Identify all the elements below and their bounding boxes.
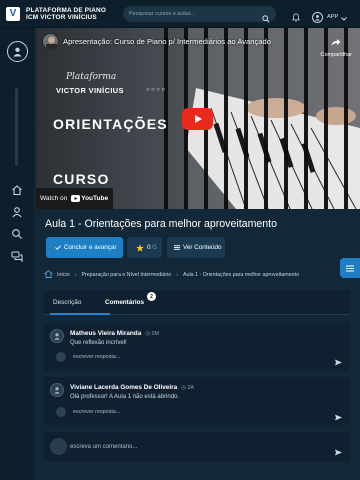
reply-avatar	[56, 407, 66, 417]
active-tab-indicator	[50, 313, 110, 315]
bell-icon[interactable]	[292, 9, 300, 27]
complete-label: Concluir e avançar	[64, 244, 117, 251]
send-icon[interactable]	[335, 443, 342, 461]
video-headline: ORIENTAÇÕES	[53, 116, 168, 132]
user-icon	[312, 11, 323, 23]
lesson-title: Aula 1 - Orientações para melhor aprovei…	[45, 218, 278, 230]
video-player[interactable]: Apresentação: Curso de Piano p/ Intermed…	[36, 28, 360, 209]
chevron-right-icon: ›	[74, 272, 77, 278]
chevron-right-icon: ›	[176, 272, 179, 278]
comment-author-name: Matheus Vieira Miranda	[70, 330, 142, 337]
video-artist: VICTOR VINÍCIUS	[56, 86, 124, 95]
send-icon[interactable]	[335, 408, 342, 426]
comment-text: Olá professor! A Aula 1 não está abrindo…	[70, 394, 180, 400]
brand-line-1: PLATAFORMA DE PIANO	[26, 6, 107, 14]
play-button[interactable]	[182, 108, 213, 130]
logo-letter: V	[9, 8, 17, 19]
new-comment-box	[44, 432, 350, 462]
chevron-down-icon	[341, 8, 348, 26]
comments-count-badge: 2	[147, 292, 156, 301]
breadcrumb: Início › Preparação para o Nível Interme…	[44, 270, 299, 280]
sidebar-scroll-track[interactable]	[15, 88, 18, 166]
breadcrumb-item-lesson: Aula 1 - Orientações para melhor aprovei…	[183, 272, 300, 278]
view-content-button[interactable]: Ver Conteúdo	[167, 237, 225, 258]
breadcrumb-item-home[interactable]: Início	[57, 272, 70, 278]
tab-comments[interactable]: Comentários	[105, 290, 144, 315]
home-icon[interactable]	[44, 270, 53, 280]
search-box[interactable]	[123, 6, 276, 23]
user-menu[interactable]: APP	[312, 8, 348, 26]
user-icon[interactable]	[11, 205, 23, 218]
brand-line-2: ICM VICTOR VINÍCIUS	[26, 13, 97, 21]
lesson-tabs: Descrição Comentários	[44, 290, 350, 315]
left-sidebar	[0, 28, 34, 480]
tab-description[interactable]: Descrição	[53, 290, 81, 315]
video-script-text: Plataforma	[66, 72, 117, 82]
youtube-label: YouTube	[81, 195, 109, 202]
user-icon	[54, 387, 60, 394]
star-icon	[136, 243, 144, 251]
watch-on-youtube[interactable]: Watch on YouTube	[36, 188, 113, 209]
brand-title[interactable]: PLATAFORMA DE PIANO ICM VICTOR VINÍCIUS	[26, 7, 106, 21]
search-input[interactable]	[129, 11, 257, 17]
user-icon	[13, 47, 22, 57]
comment-author: Viviane Lacerda Gomes De Oliveira ◷ 2A	[70, 384, 194, 391]
check-icon	[55, 245, 61, 250]
play-icon	[194, 115, 202, 123]
comment-card: Matheus Vieira Miranda ◷ 2M Que reflexão …	[44, 323, 350, 371]
share-button[interactable]: Compartilhar	[321, 34, 352, 58]
complete-and-advance-button[interactable]: Concluir e avançar	[46, 237, 123, 258]
user-icon	[54, 333, 60, 340]
comment-card: Viviane Lacerda Gomes De Oliveira ◷ 2A Ol…	[44, 377, 350, 425]
search-icon[interactable]	[11, 227, 23, 239]
comment-time-value: 2A	[187, 385, 194, 391]
avatar	[50, 329, 64, 343]
video-dots: ○○○○	[146, 87, 167, 93]
rating-value: 0	[147, 244, 151, 251]
view-content-label: Ver Conteúdo	[183, 244, 222, 251]
home-icon[interactable]	[11, 183, 23, 196]
logo-icon[interactable]: V	[6, 6, 20, 21]
reply-avatar	[56, 352, 66, 362]
side-menu-toggle[interactable]	[340, 258, 360, 278]
user-label: APP	[327, 14, 339, 20]
new-comment-input[interactable]	[70, 442, 320, 452]
top-bar: V PLATAFORMA DE PIANO ICM VICTOR VINÍCIU…	[0, 0, 360, 28]
video-subheadline: CURSO	[53, 171, 110, 187]
share-icon	[331, 39, 341, 47]
comment-time: ◷ 2A	[181, 385, 194, 391]
watch-on-label: Watch on	[40, 195, 68, 202]
rating-suffix: /5	[151, 244, 157, 251]
send-icon[interactable]	[335, 353, 342, 371]
comment-author-name: Viviane Lacerda Gomes De Oliveira	[70, 384, 178, 391]
comment-time: ◷ 2M	[145, 331, 159, 337]
youtube-icon	[71, 195, 81, 202]
channel-avatar[interactable]	[42, 33, 59, 50]
list-icon	[174, 245, 180, 250]
comment-time-value: 2M	[151, 331, 159, 337]
video-title[interactable]: Apresentação: Curso de Piano p/ Intermed…	[63, 37, 271, 46]
chat-icon[interactable]	[11, 249, 23, 263]
search-icon[interactable]	[262, 10, 270, 28]
profile-avatar[interactable]	[7, 41, 28, 62]
breadcrumb-item-module[interactable]: Preparação para o Nível Intermediário	[81, 272, 171, 278]
share-label: Compartilhar	[320, 52, 352, 58]
comment-author: Matheus Vieira Miranda ◷ 2M	[70, 330, 159, 337]
reply-input[interactable]	[73, 352, 323, 362]
avatar	[50, 438, 67, 455]
avatar	[50, 383, 64, 397]
menu-icon	[346, 265, 354, 271]
reply-input[interactable]	[73, 407, 323, 417]
comment-text: Que reflexão incrível!	[70, 340, 127, 346]
rate-button[interactable]: 0/5	[127, 237, 162, 258]
